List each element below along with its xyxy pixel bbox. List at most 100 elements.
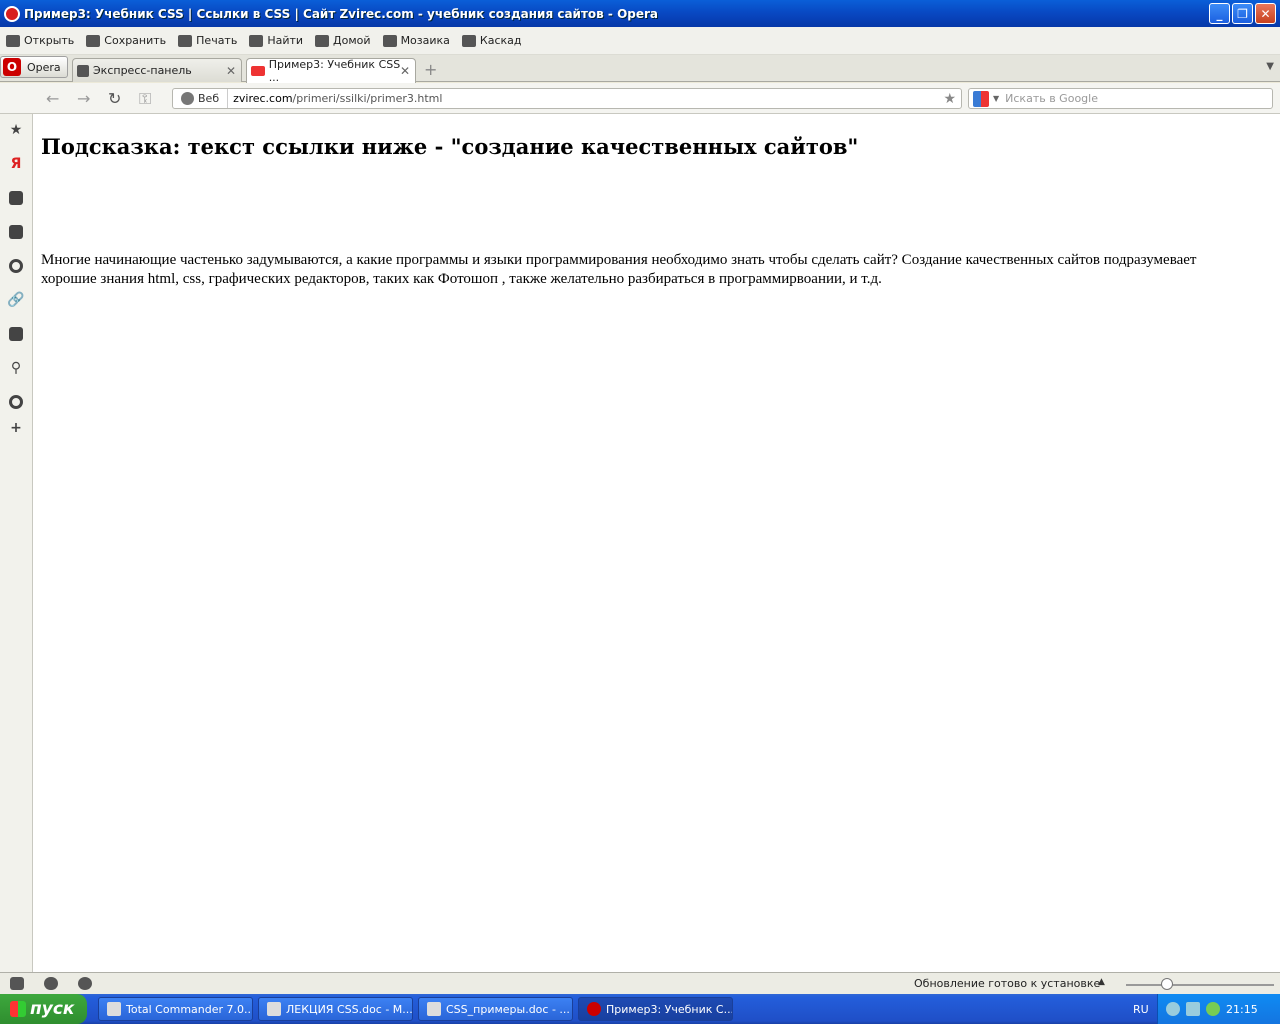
address-web-badge[interactable]: Веб bbox=[173, 89, 229, 108]
panel-toggle-icon[interactable] bbox=[10, 977, 24, 990]
bookmark-star-icon[interactable]: ★ bbox=[943, 91, 956, 107]
main-toolbar: Открыть Сохранить Печать Найти Домой Моз… bbox=[0, 27, 1280, 55]
window-titlebar[interactable]: Пример3: Учебник CSS | Ссылки в CSS | Са… bbox=[0, 0, 1280, 27]
close-tab-icon[interactable]: ✕ bbox=[400, 64, 410, 78]
tab-current-page[interactable]: Пример3: Учебник CSS ... ✕ bbox=[246, 58, 416, 84]
address-field[interactable]: Веб zvirec.com/primeri/ssilki/primer3.ht… bbox=[172, 88, 962, 109]
start-label: пуск bbox=[30, 999, 75, 1019]
word-doc-icon bbox=[427, 1002, 441, 1016]
taskbar-item[interactable]: ЛЕКЦИЯ CSS.doc - M... bbox=[258, 997, 413, 1021]
restore-button[interactable]: ❐ bbox=[1232, 3, 1253, 24]
unite-icon[interactable] bbox=[44, 977, 58, 990]
history-icon[interactable] bbox=[8, 258, 24, 274]
back-icon[interactable]: ← bbox=[46, 89, 59, 108]
start-button[interactable]: пуск bbox=[0, 994, 87, 1024]
minimize-button[interactable]: _ bbox=[1209, 3, 1230, 24]
navigation-bar: ← → ↻ ⚿ Веб zvirec.com/primeri/ssilki/pr… bbox=[0, 83, 1280, 114]
window-controls: _ ❐ ✕ bbox=[1209, 3, 1276, 24]
page-heading: Подсказка: текст ссылки ниже - "создание… bbox=[41, 134, 859, 159]
zoom-slider-thumb[interactable] bbox=[1161, 978, 1173, 990]
url-path: /primeri/ssilki/primer3.html bbox=[292, 92, 443, 105]
opera-menu-button[interactable]: O Opera bbox=[0, 56, 68, 78]
total-commander-icon bbox=[107, 1002, 121, 1016]
network-icon[interactable] bbox=[1186, 1002, 1200, 1016]
toolbar-tile-button[interactable]: Мозаика bbox=[382, 34, 450, 47]
word-doc-icon bbox=[267, 1002, 281, 1016]
toolbar-print-button[interactable]: Печать bbox=[178, 34, 237, 47]
yandex-icon[interactable]: Я bbox=[8, 156, 24, 172]
toolbar-save-button[interactable]: Сохранить bbox=[86, 34, 166, 47]
search-input[interactable]: ▼ Искать в Google bbox=[968, 88, 1273, 109]
window-title: Пример3: Учебник CSS | Ссылки в CSS | Са… bbox=[24, 6, 659, 21]
taskbar-item[interactable]: CSS_примеры.doc - ... bbox=[418, 997, 573, 1021]
notes-shape bbox=[9, 191, 23, 205]
toolbar-cascade-button[interactable]: Каскад bbox=[461, 34, 522, 47]
tile-icon bbox=[382, 34, 397, 47]
windows-logo-icon bbox=[10, 1001, 26, 1017]
clock[interactable]: 21:15 bbox=[1226, 1003, 1258, 1016]
toolbar-label: Сохранить bbox=[104, 34, 167, 47]
page-content: Подсказка: текст ссылки ниже - "создание… bbox=[33, 114, 1280, 972]
side-panel: ★ Я 🔗 ⚲ + bbox=[0, 114, 33, 972]
taskbar-item[interactable]: Пример3: Учебник С... bbox=[578, 997, 733, 1021]
close-tab-icon[interactable]: ✕ bbox=[226, 64, 236, 78]
new-tab-icon[interactable]: + bbox=[424, 60, 437, 79]
toolbar-label: Печать bbox=[196, 34, 238, 47]
info-icon[interactable] bbox=[8, 394, 24, 410]
search-icon[interactable]: ⚲ bbox=[8, 360, 24, 376]
cascade-icon bbox=[461, 34, 476, 47]
opera-app-icon bbox=[4, 5, 20, 22]
windows-shape bbox=[9, 327, 23, 341]
toolbar-label: Открыть bbox=[24, 34, 75, 47]
save-icon bbox=[86, 34, 101, 47]
zoom-slider[interactable] bbox=[1126, 984, 1274, 986]
search-icon bbox=[249, 34, 264, 47]
toolbar-home-button[interactable]: Домой bbox=[315, 34, 371, 47]
downloads-shape bbox=[9, 225, 23, 239]
home-icon bbox=[315, 34, 330, 47]
tab-label: Пример3: Учебник CSS ... bbox=[268, 58, 401, 84]
downloads-icon[interactable] bbox=[8, 224, 24, 240]
url-text[interactable]: zvirec.com/primeri/ssilki/primer3.html bbox=[228, 92, 442, 105]
favicon-icon bbox=[251, 66, 265, 76]
search-placeholder: Искать в Google bbox=[1005, 92, 1098, 105]
status-bar: Обновление готово к установке ▲ bbox=[0, 972, 1280, 994]
google-icon bbox=[973, 90, 989, 107]
opera-logo-icon: O bbox=[3, 58, 21, 76]
notes-icon[interactable] bbox=[8, 190, 24, 206]
folder-icon bbox=[6, 34, 20, 47]
key-icon[interactable]: ⚿ bbox=[139, 89, 151, 109]
tab-strip: O Opera Экспресс-панель ✕ Пример3: Учебн… bbox=[0, 55, 1280, 84]
toolbar-label: Мозаика bbox=[400, 34, 450, 47]
toolbar-label: Каскад bbox=[479, 34, 522, 47]
toolbar-open-button[interactable]: Открыть bbox=[6, 34, 74, 47]
taskbar-item-label: Пример3: Учебник С... bbox=[606, 1002, 733, 1016]
star-icon[interactable]: ★ bbox=[8, 122, 24, 138]
system-tray: 21:15 bbox=[1157, 994, 1280, 1024]
add-panel-icon[interactable]: + bbox=[8, 420, 24, 436]
opera-icon bbox=[587, 1002, 601, 1016]
tab-speed-dial[interactable]: Экспресс-панель ✕ bbox=[72, 58, 242, 82]
language-indicator[interactable]: RU bbox=[1133, 1003, 1149, 1016]
url-host: zvirec.com bbox=[233, 92, 293, 105]
close-button[interactable]: ✕ bbox=[1255, 3, 1276, 24]
taskbar-item-label: CSS_примеры.doc - ... bbox=[446, 1002, 570, 1016]
windows-taskbar: пуск Total Commander 7.0... ЛЕКЦИЯ CSS.d… bbox=[0, 994, 1280, 1024]
forward-icon[interactable]: → bbox=[77, 89, 90, 108]
turbo-icon[interactable] bbox=[78, 977, 92, 990]
links-icon[interactable]: 🔗 bbox=[7, 292, 24, 308]
toolbar-label: Найти bbox=[267, 34, 304, 47]
reload-icon[interactable]: ↻ bbox=[108, 89, 121, 108]
chevron-down-icon[interactable]: ▼ bbox=[993, 94, 999, 103]
taskbar-item-label: Total Commander 7.0... bbox=[126, 1002, 253, 1016]
toolbar-find-button[interactable]: Найти bbox=[249, 34, 303, 47]
windows-icon[interactable] bbox=[8, 326, 24, 342]
chevron-up-icon[interactable]: ▲ bbox=[1098, 977, 1105, 987]
tray-expand-icon[interactable] bbox=[1166, 1002, 1180, 1016]
tab-list-icon[interactable]: ▼ bbox=[1266, 61, 1274, 72]
antivirus-icon[interactable] bbox=[1206, 1002, 1220, 1016]
taskbar-item[interactable]: Total Commander 7.0... bbox=[98, 997, 253, 1021]
update-status-text[interactable]: Обновление готово к установке bbox=[914, 977, 1100, 990]
print-icon bbox=[178, 34, 193, 47]
speed-dial-icon bbox=[77, 64, 89, 77]
